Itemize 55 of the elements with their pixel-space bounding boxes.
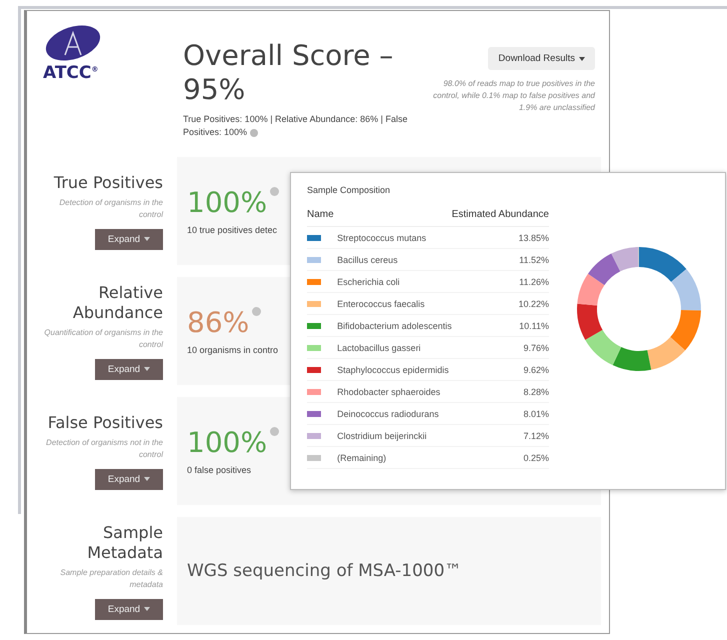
section-title: Relative Abundance <box>72 282 163 322</box>
column-header: Estimated Abundance <box>452 209 549 226</box>
logo-globe-icon <box>43 25 103 61</box>
download-results-button[interactable]: Download Results <box>488 47 595 70</box>
expand-button[interactable]: Expand <box>95 228 163 250</box>
section-title: False Positives <box>48 412 163 432</box>
metadata-heading: WGS sequencing of MSA-1000™ <box>187 561 463 581</box>
section-title: True Positives <box>54 172 163 192</box>
organism-name: Clostridium beijerinckii <box>337 424 452 446</box>
abundance-value: 8.01% <box>452 402 549 424</box>
section-description: Sample preparation details & metadata <box>59 566 163 590</box>
organism-name: Escherichia coli <box>337 270 452 292</box>
score-detail: 0 false positives <box>187 465 252 475</box>
abundance-value: 9.76% <box>452 336 549 358</box>
abundance-value: 11.26% <box>452 270 549 292</box>
logo-text: ATCC$^{®}$ <box>43 63 98 83</box>
score-value: 100% <box>187 187 268 219</box>
caret-icon <box>579 56 585 60</box>
organism-name: Rhodobacter sphaeroides <box>337 380 452 402</box>
score-value: 100% <box>187 427 268 459</box>
abundance-value: 10.11% <box>452 314 549 336</box>
overall-score-title: Overall Score – 95% <box>183 39 394 107</box>
section-description: Detection of organisms in the control <box>58 196 163 220</box>
abundance-value: 13.85% <box>452 226 549 248</box>
abundance-value: 9.62% <box>452 358 549 380</box>
section-description: Quantification of organisms in the control <box>43 326 163 350</box>
organism-name: Bacillus cereus <box>337 248 452 270</box>
organism-name: (Remaining) <box>337 446 452 468</box>
column-header: Name <box>307 209 452 226</box>
score-detail: 10 true positives detec <box>187 225 278 235</box>
abundance-value: 11.52% <box>452 248 549 270</box>
organism-name: Staphylococcus epidermidis <box>337 358 452 380</box>
score-detail: 10 organisms in contro <box>187 345 278 355</box>
organism-name: Deinococcus radiodurans <box>337 402 452 424</box>
section-title: Sample Metadata <box>86 522 163 562</box>
abundance-value: 8.28% <box>452 380 549 402</box>
caret-icon <box>144 237 150 241</box>
abundance-value: 10.22% <box>452 292 549 314</box>
section-description: Detection of organisms not in the control <box>45 436 163 460</box>
organism-name: Enterococcus faecalis <box>337 292 452 314</box>
abundance-value: 7.12% <box>452 424 549 446</box>
popup-title: Sample Composition <box>307 185 392 195</box>
organism-name: Lactobacillus gasseri <box>337 336 452 358</box>
organism-name: Bifidobacterium adolescentis <box>337 314 452 336</box>
score-value: 86% <box>187 307 250 339</box>
expand-button[interactable]: Expand <box>95 468 163 490</box>
abundance-value: 0.25% <box>452 446 549 468</box>
organism-name: Streptococcus mutans <box>337 226 452 248</box>
reads-note: 98.0% of reads map to true positives in the control, while 0.1% map to false positives and 1.9% are unclassified <box>432 78 595 114</box>
expand-button[interactable]: Expand <box>95 598 163 620</box>
expand-button[interactable]: Expand <box>95 358 163 380</box>
caret-icon <box>144 477 150 481</box>
caret-icon <box>144 367 150 371</box>
caret-icon <box>144 607 150 611</box>
score-summary: True Positives: 100% | Relative Abundance: 86% | False Positives: 100% <box>183 113 408 139</box>
